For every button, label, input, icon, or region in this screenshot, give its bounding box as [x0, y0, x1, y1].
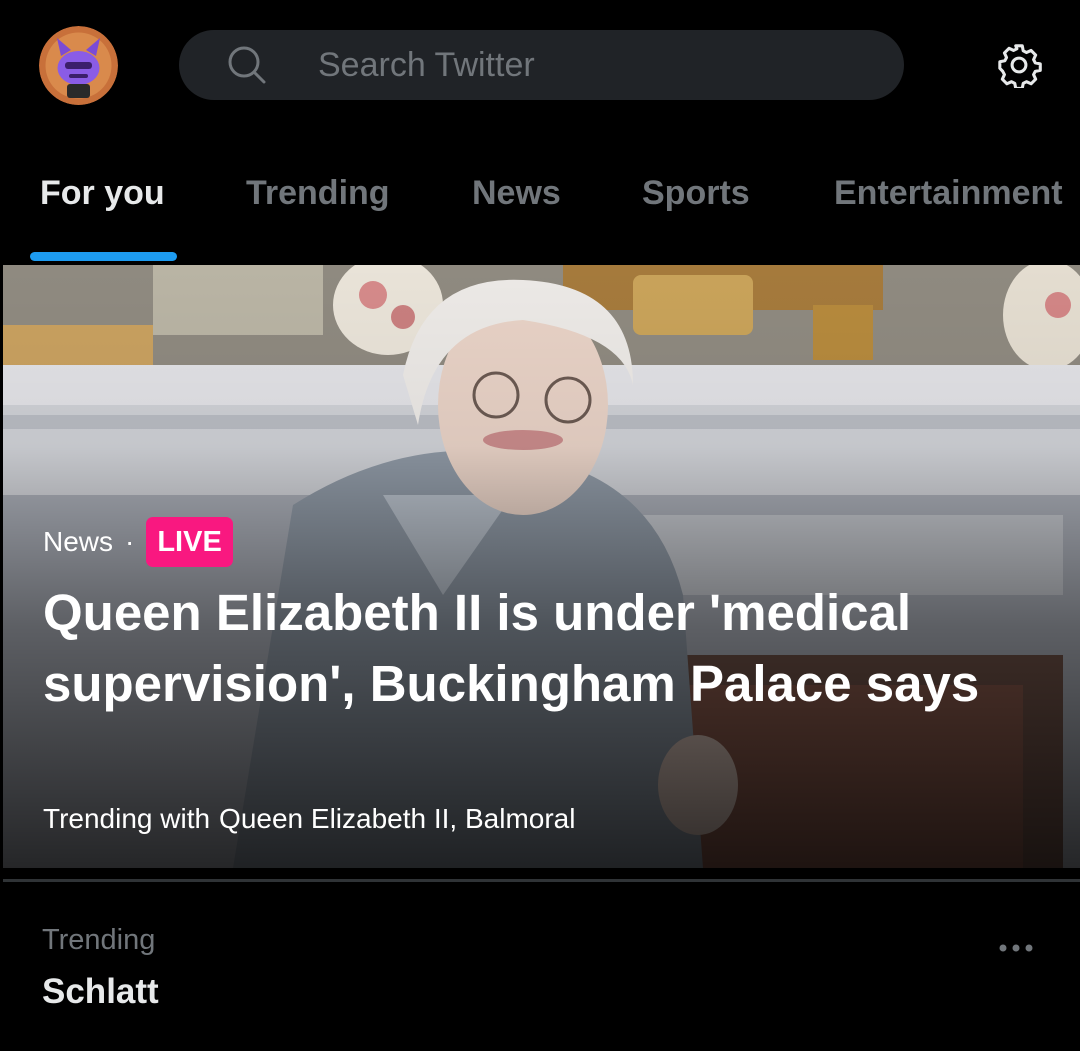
search-icon	[228, 46, 266, 84]
tab-sports[interactable]: Sports	[642, 174, 750, 213]
avatar-image	[39, 26, 118, 105]
tab-news[interactable]: News	[472, 174, 561, 213]
hero-category: News	[43, 526, 114, 557]
tab-trending[interactable]: Trending	[246, 174, 390, 213]
hero-headline: Queen Elizabeth II is under 'medical sup…	[43, 584, 980, 712]
avatar[interactable]	[39, 26, 118, 105]
hero-news-card[interactable]: News · LIVE Queen Elizabeth II is under …	[3, 265, 1080, 868]
divider	[3, 879, 1080, 882]
trend-item[interactable]: Trending Schlatt	[0, 890, 1080, 1051]
live-badge: LIVE	[146, 517, 233, 567]
tab-entertainment[interactable]: Entertainment	[834, 174, 1063, 213]
trend-context: Trending	[42, 924, 156, 956]
more-horizontal-icon[interactable]	[996, 938, 1036, 958]
explore-tabs: For you Trending News Sports Entertainme…	[0, 150, 1080, 264]
gear-icon[interactable]	[996, 42, 1042, 88]
hero-meta: News · LIVE	[43, 517, 233, 567]
trending-with-names[interactable]: Queen Elizabeth II, Balmoral	[219, 803, 575, 834]
hero-separator: ·	[125, 526, 135, 557]
trending-with-label: Trending with	[43, 803, 211, 834]
active-tab-indicator	[30, 252, 177, 261]
hero-trending-with: Trending with Queen Elizabeth II, Balmora…	[43, 803, 575, 835]
trend-title: Schlatt	[42, 972, 159, 1011]
search-placeholder: Search Twitter	[318, 46, 535, 84]
tab-for-you[interactable]: For you	[40, 174, 165, 213]
search-input[interactable]: Search Twitter	[179, 30, 904, 100]
